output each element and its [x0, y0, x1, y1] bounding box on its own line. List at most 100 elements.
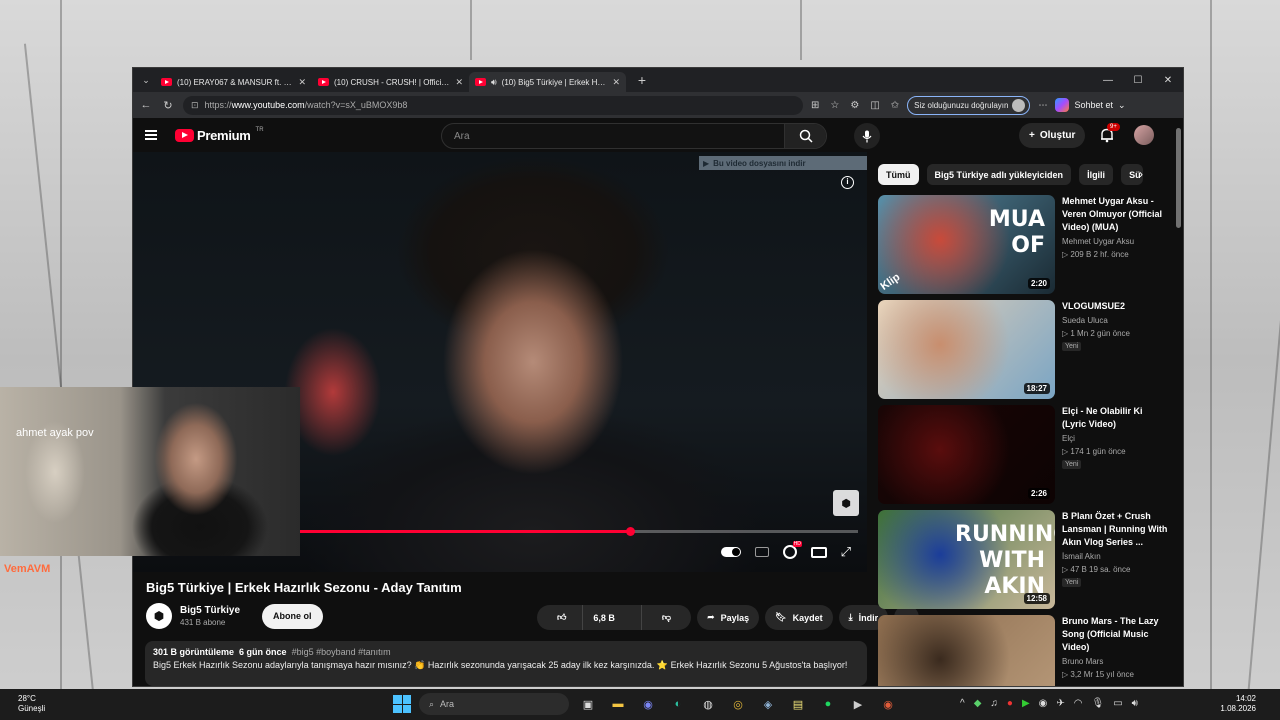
video-thumbnail[interactable]	[878, 615, 1055, 686]
wifi-icon[interactable]: ◠	[1074, 698, 1083, 709]
minimize-icon[interactable]: —	[1093, 75, 1123, 86]
chrome-icon[interactable]: ◎	[727, 693, 749, 715]
recommended-video[interactable]: MUA OF Klip 2:20 Mehmet Uygar Aksu - Veren …	[878, 195, 1168, 294]
info-icon[interactable]: i	[841, 176, 854, 189]
download-video-banner[interactable]: ▶ Bu video dosyasını indir	[699, 156, 867, 170]
copilot-button[interactable]: Sohbet et ⌄	[1055, 98, 1126, 112]
notifications-button[interactable]: 9+	[1099, 123, 1120, 143]
close-icon[interactable]: ✕	[455, 77, 463, 88]
like-button[interactable]: 👍︎ 6,8 B	[537, 605, 635, 630]
recommended-channel[interactable]: Elçi	[1062, 434, 1168, 443]
browser-icon[interactable]: ◉	[877, 693, 899, 715]
close-window-icon[interactable]: ✕	[1153, 75, 1183, 86]
fullscreen-icon[interactable]: ⤢	[841, 544, 851, 560]
save-button[interactable]: 🔖︎ Kaydet	[765, 605, 833, 630]
close-icon[interactable]: ✕	[612, 77, 620, 88]
description-box[interactable]: 301 B görüntüleme 6 gün önce #big5 #boyb…	[145, 641, 867, 686]
url-field[interactable]: ⊡ https://www.youtube.com/watch?v=sX_uBM…	[183, 95, 803, 115]
media-app-icon[interactable]: ▶	[847, 693, 869, 715]
recommended-channel[interactable]: Sueda Uluca	[1062, 316, 1168, 325]
tray-app2-icon[interactable]: ✈	[1056, 698, 1064, 709]
maximize-icon[interactable]: ☐	[1123, 75, 1153, 86]
favorites-icon[interactable]: ✩	[891, 100, 899, 111]
browser-tab-1[interactable]: (10) ERAY067 & MANSUR ft. Contra ✕	[155, 72, 312, 92]
shield-tray-icon[interactable]: ●	[1007, 698, 1013, 709]
search-input[interactable]	[442, 124, 784, 148]
notes-icon[interactable]: ▤	[787, 693, 809, 715]
close-icon[interactable]: ✕	[298, 77, 306, 88]
weather-widget[interactable]: 28°C Güneşli	[18, 694, 45, 714]
display-icon[interactable]: ▭	[1113, 698, 1122, 709]
headset-icon[interactable]: ♫	[990, 698, 998, 709]
site-info-icon[interactable]: ⊡	[191, 100, 199, 111]
apps-icon[interactable]: ⊞	[811, 100, 819, 111]
browser-tab-2[interactable]: (10) CRUSH - CRUSH! | Official Mu ✕	[312, 72, 469, 92]
autoplay-toggle[interactable]	[720, 547, 741, 557]
hashtags[interactable]: #big5 #boyband #tanıtım	[292, 647, 391, 657]
tab-actions-chevron-icon[interactable]: ⌄	[137, 71, 155, 89]
recommended-title[interactable]: Mehmet Uygar Aksu - Veren Olmuyor (Offic…	[1062, 195, 1168, 234]
refresh-icon[interactable]: ↻	[161, 99, 175, 112]
volume-icon[interactable]: 🔊︎	[1132, 698, 1138, 709]
account-avatar[interactable]	[1134, 125, 1154, 145]
chevron-right-icon[interactable]: ›	[1139, 167, 1143, 181]
recommended-title[interactable]: VLOGUMSUE2	[1062, 300, 1168, 313]
video-thumbnail[interactable]: MUA OF Klip 2:20	[878, 195, 1055, 294]
page-scrollbar[interactable]	[1176, 128, 1181, 228]
voice-search-button[interactable]	[854, 123, 880, 149]
tray-expand-icon[interactable]: ^	[960, 698, 965, 709]
chip-from-uploader[interactable]: Big5 Türkiye adlı yükleyiciden	[926, 164, 1072, 185]
verify-identity-button[interactable]: Siz olduğunuzu doğrulayın	[907, 95, 1031, 115]
theater-mode-icon[interactable]	[810, 546, 827, 558]
split-screen-icon[interactable]: ◫	[870, 100, 879, 111]
recommended-channel[interactable]: Mehmet Uygar Aksu	[1062, 237, 1168, 246]
browser-tab-3[interactable]: 🔊︎ (10) Big5 Türkiye | Erkek Hazır ✕	[469, 72, 626, 92]
discord-icon[interactable]: ◉	[637, 693, 659, 715]
menu-icon[interactable]	[145, 130, 157, 140]
tray-app-icon[interactable]: ◆	[974, 698, 982, 709]
channel-avatar[interactable]: ⬢	[146, 603, 172, 629]
video-thumbnail[interactable]: 2:26	[878, 405, 1055, 504]
search-button[interactable]	[784, 124, 826, 148]
recommended-title[interactable]: B Planı Özet + Crush Lansman | Running W…	[1062, 510, 1168, 549]
steam-icon[interactable]: ◈	[757, 693, 779, 715]
file-explorer-icon[interactable]: ▬	[607, 693, 629, 715]
github-icon[interactable]: ◍	[697, 693, 719, 715]
back-arrow-icon[interactable]: ←	[139, 99, 153, 111]
chip-all[interactable]: Tümü	[878, 164, 919, 185]
youtube-logo[interactable]: Premium TR	[175, 127, 264, 143]
video-thumbnail[interactable]: 18:27	[878, 300, 1055, 399]
task-view-icon[interactable]: ▣	[577, 693, 599, 715]
windows-start-icon[interactable]	[393, 695, 411, 713]
video-thumbnail[interactable]: RUNNING WITH AKIN12:58	[878, 510, 1055, 609]
shield-icon[interactable]: ⬢	[833, 490, 859, 516]
share-button[interactable]: ➦ Paylaş	[697, 605, 760, 630]
create-button[interactable]: + Oluştur	[1019, 123, 1086, 148]
recommended-video[interactable]: Bruno Mars - The Lazy Song (Official Mus…	[878, 615, 1168, 686]
recommended-channel[interactable]: İsmail Akın	[1062, 552, 1168, 561]
channel-name[interactable]: Big5 Türkiye	[180, 605, 240, 616]
edge-icon[interactable]: ◐	[667, 693, 689, 715]
record-tray-icon[interactable]: ◉	[1039, 698, 1048, 709]
mic-tray-icon[interactable]: 🎙︎	[1092, 698, 1105, 709]
recommended-title[interactable]: Bruno Mars - The Lazy Song (Official Mus…	[1062, 615, 1168, 654]
recommended-channel[interactable]: Bruno Mars	[1062, 657, 1168, 666]
clock[interactable]: 14:02 1.08.2026	[1220, 694, 1256, 714]
recommended-video[interactable]: 2:26 Elçi - Ne Olabilir Ki (Lyric Video) E…	[878, 405, 1168, 504]
taskbar-search[interactable]: ⌕ Ara	[419, 693, 569, 715]
scrubber-handle[interactable]	[625, 527, 635, 536]
favorite-star-icon[interactable]: ☆	[830, 100, 839, 111]
more-menu-icon[interactable]: ⋯	[1038, 100, 1047, 111]
recommended-video[interactable]: RUNNING WITH AKIN12:58B Planı Özet + Cru…	[878, 510, 1168, 609]
new-tab-button[interactable]: +	[632, 72, 652, 88]
extensions-icon[interactable]: ⚙	[850, 100, 859, 111]
recommended-video[interactable]: 18:27 VLOGUMSUE2 Sueda Uluca ▷ 1 Mn 2 gün ö…	[878, 300, 1168, 399]
speaker-icon[interactable]: 🔊︎	[491, 77, 497, 88]
play-tray-icon[interactable]: ▶	[1022, 698, 1030, 709]
subscribe-button[interactable]: Abone ol	[262, 603, 323, 629]
subtitles-icon[interactable]	[754, 547, 769, 557]
chip-related[interactable]: İlgili	[1079, 164, 1114, 185]
settings-gear-icon[interactable]: HD	[782, 541, 802, 559]
spotify-icon[interactable]: ●	[817, 693, 839, 715]
dislike-button[interactable]: 👎︎	[640, 605, 691, 630]
